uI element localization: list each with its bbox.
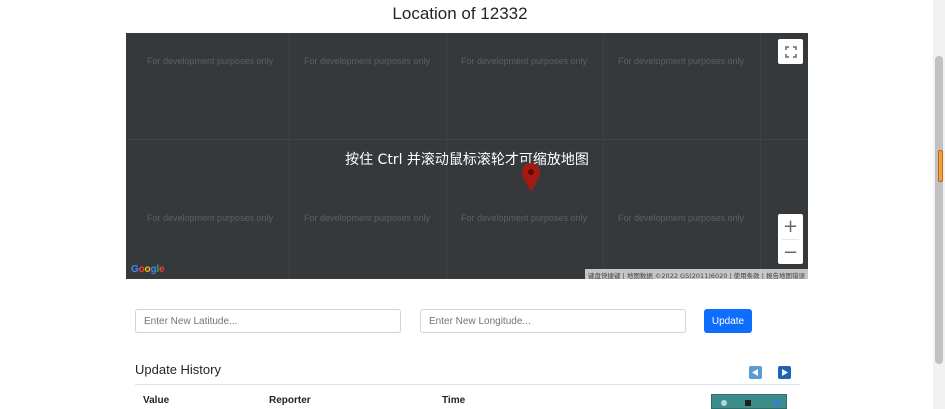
map-watermark: For development purposes only (460, 56, 588, 66)
page-scrollbar-thumb[interactable] (935, 56, 943, 364)
map-watermark: For development purposes only (146, 213, 274, 223)
zoom-in-button[interactable]: + (778, 214, 803, 239)
map-watermark: For development purposes only (303, 56, 431, 66)
history-title: Update History (135, 362, 221, 377)
fullscreen-icon (784, 45, 797, 58)
map-attribution[interactable]: 键盘快捷键 | 地图数据 ©2022 GS(2011)6020 | 使用条款 |… (585, 269, 808, 279)
column-header-reporter: Reporter (269, 395, 311, 406)
page-title: Location of 12332 (392, 4, 528, 23)
triangle-left-icon (752, 369, 758, 376)
fullscreen-button[interactable] (778, 39, 803, 64)
map-watermark: For development purposes only (303, 213, 431, 223)
column-header-value: Value (143, 395, 170, 406)
map-watermark: For development purposes only (617, 56, 745, 66)
map-scroll-hint: 按住 Ctrl 并滚动鼠标滚轮才可缩放地图 (345, 152, 589, 168)
update-button[interactable]: Update (704, 309, 752, 333)
map-watermark: For development purposes only (617, 213, 745, 223)
taskbar-thumbnail[interactable] (711, 394, 787, 409)
map-watermark: For development purposes only (460, 213, 588, 223)
app-icon (721, 400, 727, 406)
latitude-input[interactable] (135, 309, 401, 333)
app-icon (774, 400, 780, 406)
map-watermark: For development purposes only (146, 56, 274, 66)
google-logo[interactable]: Google (131, 264, 165, 275)
previous-page-button[interactable] (749, 366, 762, 379)
triangle-right-icon (782, 369, 788, 376)
map-marker-icon[interactable] (522, 163, 540, 191)
scroll-position-marker[interactable] (938, 150, 943, 182)
divider (135, 384, 800, 385)
map-tile-border (126, 139, 808, 140)
next-page-button[interactable] (778, 366, 791, 379)
map[interactable]: For development purposes only For develo… (126, 33, 808, 279)
app-icon (745, 400, 751, 406)
zoom-out-button[interactable]: − (778, 240, 803, 265)
longitude-input[interactable] (420, 309, 686, 333)
column-header-time: Time (442, 395, 466, 406)
zoom-controls: + − (778, 214, 803, 264)
